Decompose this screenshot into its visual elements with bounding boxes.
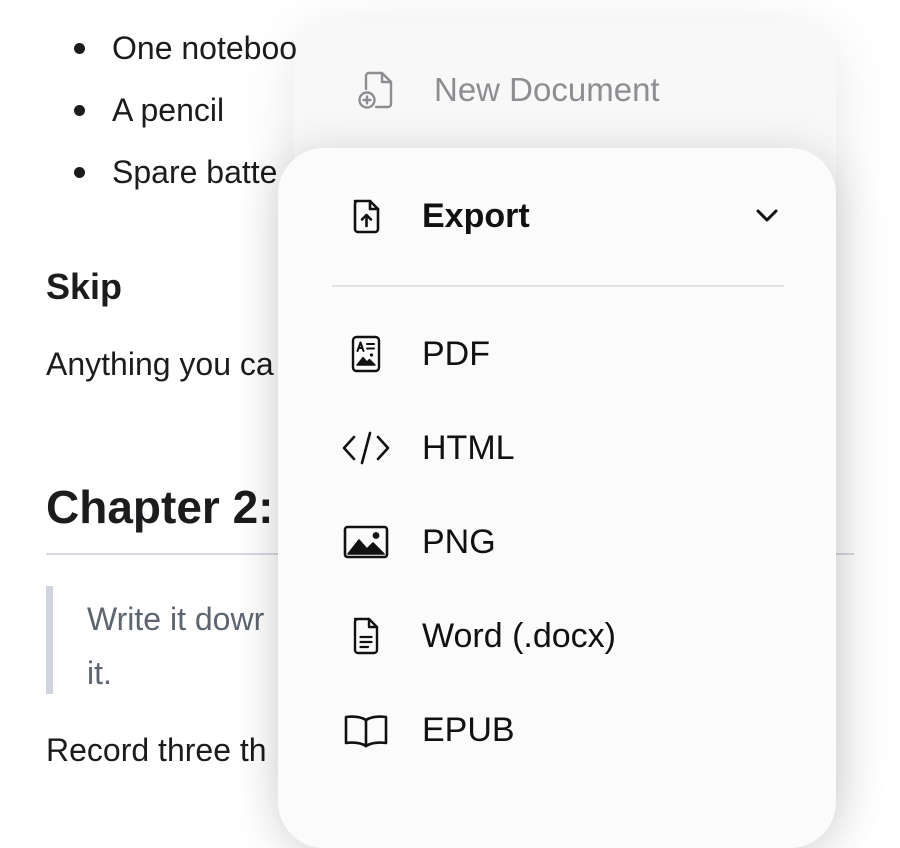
menu-item-new-document[interactable]: New Document xyxy=(356,68,660,112)
blockquote: Write it dowr it. xyxy=(46,586,313,694)
list-item: One noteboo xyxy=(46,22,297,84)
export-option-label: PNG xyxy=(422,523,496,561)
export-option-epub[interactable]: EPUB xyxy=(278,700,836,760)
export-file-icon xyxy=(346,196,386,236)
document-icon xyxy=(340,616,392,656)
new-document-icon xyxy=(356,69,398,111)
export-option-label: EPUB xyxy=(422,711,515,749)
list-item: Spare batte xyxy=(46,146,297,208)
list-item-text: Spare batte xyxy=(112,154,278,190)
chevron-down-icon[interactable] xyxy=(752,200,782,230)
export-option-label: HTML xyxy=(422,429,515,467)
section-heading-skip: Skip xyxy=(46,266,123,307)
bullet-dot xyxy=(74,105,85,116)
export-submenu-panel: Export PDF HTML PNG Word (.docx) EPUB xyxy=(278,148,836,848)
list-item: A pencil xyxy=(46,84,297,146)
bullet-list: One noteboo A pencil Spare batte xyxy=(46,22,297,208)
paragraph-record: Record three th xyxy=(46,732,267,768)
list-item-text: A pencil xyxy=(112,92,225,128)
bullet-dot xyxy=(74,43,85,54)
code-icon xyxy=(340,428,392,468)
export-option-pdf[interactable]: PDF xyxy=(278,324,836,384)
export-option-png[interactable]: PNG xyxy=(278,512,836,572)
export-option-word[interactable]: Word (.docx) xyxy=(278,606,836,666)
book-icon xyxy=(340,710,392,750)
image-icon xyxy=(340,522,392,562)
pdf-file-icon xyxy=(340,334,392,374)
export-label: Export xyxy=(422,197,530,235)
export-option-label: Word (.docx) xyxy=(422,617,616,655)
bullet-dot xyxy=(74,167,85,178)
chapter-heading: Chapter 2: xyxy=(46,481,274,533)
list-item-text: One noteboo xyxy=(112,30,298,66)
menu-divider xyxy=(332,285,784,287)
menu-item-label: New Document xyxy=(434,71,660,108)
export-menu-header[interactable]: Export xyxy=(278,186,836,246)
export-option-html[interactable]: HTML xyxy=(278,418,836,478)
paragraph-anything: Anything you ca xyxy=(46,346,274,382)
export-option-label: PDF xyxy=(422,335,490,373)
